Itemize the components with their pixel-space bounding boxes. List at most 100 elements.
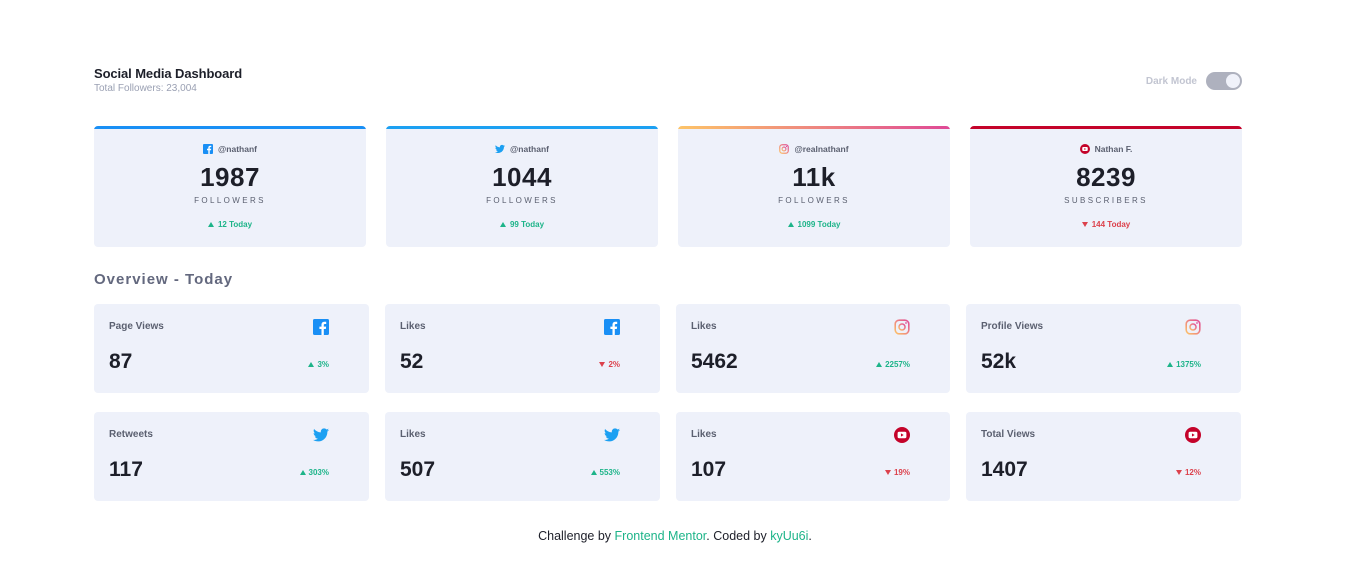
card-delta-text: 144 Today: [1091, 220, 1131, 229]
total-followers: Total Followers: 23,004: [94, 83, 197, 94]
tile-value: 87: [109, 350, 133, 373]
facebook-icon: [604, 319, 620, 335]
footer-suffix: .: [808, 529, 812, 543]
card-delta: 1099 Today: [678, 220, 950, 229]
overview-tile[interactable]: Likes 5462 2257%: [676, 304, 950, 393]
tile-label: Retweets: [109, 429, 153, 440]
tile-delta: 2257%: [876, 360, 910, 369]
card-metric: FOLLOWERS: [778, 196, 850, 205]
card-handle: Nathan F.: [1094, 144, 1133, 154]
overview-tile[interactable]: Profile Views 52k 1375%: [966, 304, 1241, 393]
dark-mode-toggle[interactable]: [1206, 72, 1242, 90]
card-handle-row: @realnathanf: [678, 144, 950, 154]
up-arrow-icon: [876, 362, 883, 367]
up-arrow-icon: [308, 362, 315, 367]
facebook-icon: [203, 144, 213, 154]
card-handle: @nathanf: [510, 144, 549, 154]
tile-delta-text: 1375%: [1176, 360, 1201, 369]
tile-delta-text: 2%: [608, 360, 620, 369]
card-handle-row: @nathanf: [94, 144, 366, 154]
card-count: 1044: [492, 162, 552, 192]
up-arrow-icon: [499, 222, 506, 227]
card-twitter[interactable]: @nathanf 1044 FOLLOWERS 99 Today: [386, 126, 658, 247]
dashboard-header: Social Media Dashboard Total Followers: …: [94, 66, 242, 94]
up-arrow-icon: [590, 470, 597, 475]
tile-delta-text: 2257%: [885, 360, 910, 369]
frontend-mentor-link[interactable]: Frontend Mentor: [615, 529, 707, 543]
tile-label: Likes: [400, 321, 426, 332]
tile-value: 107: [691, 458, 727, 481]
overview-tile[interactable]: Retweets 117 303%: [94, 412, 369, 501]
tile-delta: 553%: [590, 468, 620, 477]
tile-value: 5462: [691, 350, 738, 373]
card-count: 8239: [1076, 162, 1136, 192]
tile-delta-text: 12%: [1184, 468, 1201, 477]
up-arrow-icon: [299, 470, 306, 475]
follower-cards: @nathanf 1987 FOLLOWERS 12 Today @nathan…: [94, 126, 1242, 247]
youtube-icon: [1079, 144, 1090, 154]
tile-value: 52k: [981, 350, 1017, 373]
author-link[interactable]: kyUu6i: [770, 529, 808, 543]
twitter-icon: [495, 144, 505, 153]
overview-grid-row-2: Retweets 117 303% Likes 507 553% Likes 1…: [94, 412, 1241, 501]
tile-delta-text: 553%: [599, 468, 620, 477]
card-handle: @realnathanf: [794, 144, 849, 154]
overview-title: Overview - Today: [94, 271, 234, 288]
card-accent-bar: [970, 126, 1242, 129]
instagram-icon: [779, 144, 790, 154]
card-accent-bar: [386, 126, 658, 129]
dark-mode-toggle-group: Dark Mode: [1146, 72, 1242, 90]
overview-tile[interactable]: Total Views 1407 12%: [966, 412, 1241, 501]
tile-value: 52: [400, 350, 424, 373]
down-arrow-icon: [599, 362, 606, 367]
card-instagram[interactable]: @realnathanf 11k FOLLOWERS 1099 Today: [678, 126, 950, 247]
down-arrow-icon: [1175, 470, 1182, 475]
card-metric: FOLLOWERS: [486, 196, 558, 205]
tile-delta: 1375%: [1167, 360, 1201, 369]
instagram-icon: [894, 319, 910, 335]
card-facebook[interactable]: @nathanf 1987 FOLLOWERS 12 Today: [94, 126, 366, 247]
tile-value: 507: [400, 458, 436, 481]
tile-label: Page Views: [109, 321, 164, 332]
card-accent-bar: [94, 126, 366, 129]
card-handle-row: @nathanf: [386, 144, 658, 154]
card-accent-bar: [678, 126, 950, 129]
overview-tile[interactable]: Likes 52 2%: [385, 304, 660, 393]
overview-tile[interactable]: Likes 107 19%: [676, 412, 950, 501]
twitter-icon: [313, 428, 329, 442]
card-delta: 144 Today: [970, 220, 1242, 229]
up-arrow-icon: [1167, 362, 1174, 367]
card-handle: @nathanf: [218, 144, 257, 154]
card-metric: FOLLOWERS: [194, 196, 266, 205]
down-arrow-icon: [884, 470, 891, 475]
tile-delta-text: 303%: [308, 468, 329, 477]
footer-prefix: Challenge by: [538, 529, 615, 543]
card-delta-text: 12 Today: [217, 220, 253, 229]
tile-delta: 19%: [884, 468, 910, 477]
instagram-icon: [1185, 319, 1201, 335]
page-title: Social Media Dashboard: [94, 66, 243, 81]
down-arrow-icon: [1081, 222, 1088, 227]
tile-delta-text: 3%: [317, 360, 329, 369]
overview-tile[interactable]: Page Views 87 3%: [94, 304, 369, 393]
card-delta: 99 Today: [386, 220, 658, 229]
tile-delta: 2%: [599, 360, 620, 369]
twitter-icon: [604, 428, 620, 442]
overview-tile[interactable]: Likes 507 553%: [385, 412, 660, 501]
youtube-icon: [1185, 427, 1201, 443]
tile-label: Likes: [691, 429, 717, 440]
card-metric: SUBSCRIBERS: [1064, 196, 1148, 205]
card-delta-text: 99 Today: [509, 220, 545, 229]
tile-label: Likes: [691, 321, 717, 332]
tile-value: 117: [109, 458, 143, 481]
card-youtube[interactable]: Nathan F. 8239 SUBSCRIBERS 144 Today: [970, 126, 1242, 247]
tile-value: 1407: [981, 458, 1028, 481]
card-delta: 12 Today: [94, 220, 366, 229]
youtube-icon: [894, 427, 910, 443]
tile-label: Profile Views: [981, 321, 1044, 332]
tile-label: Total Views: [981, 429, 1036, 440]
card-count: 1987: [200, 162, 260, 192]
tile-label: Likes: [400, 429, 426, 440]
tile-delta: 3%: [308, 360, 329, 369]
facebook-icon: [313, 319, 329, 335]
